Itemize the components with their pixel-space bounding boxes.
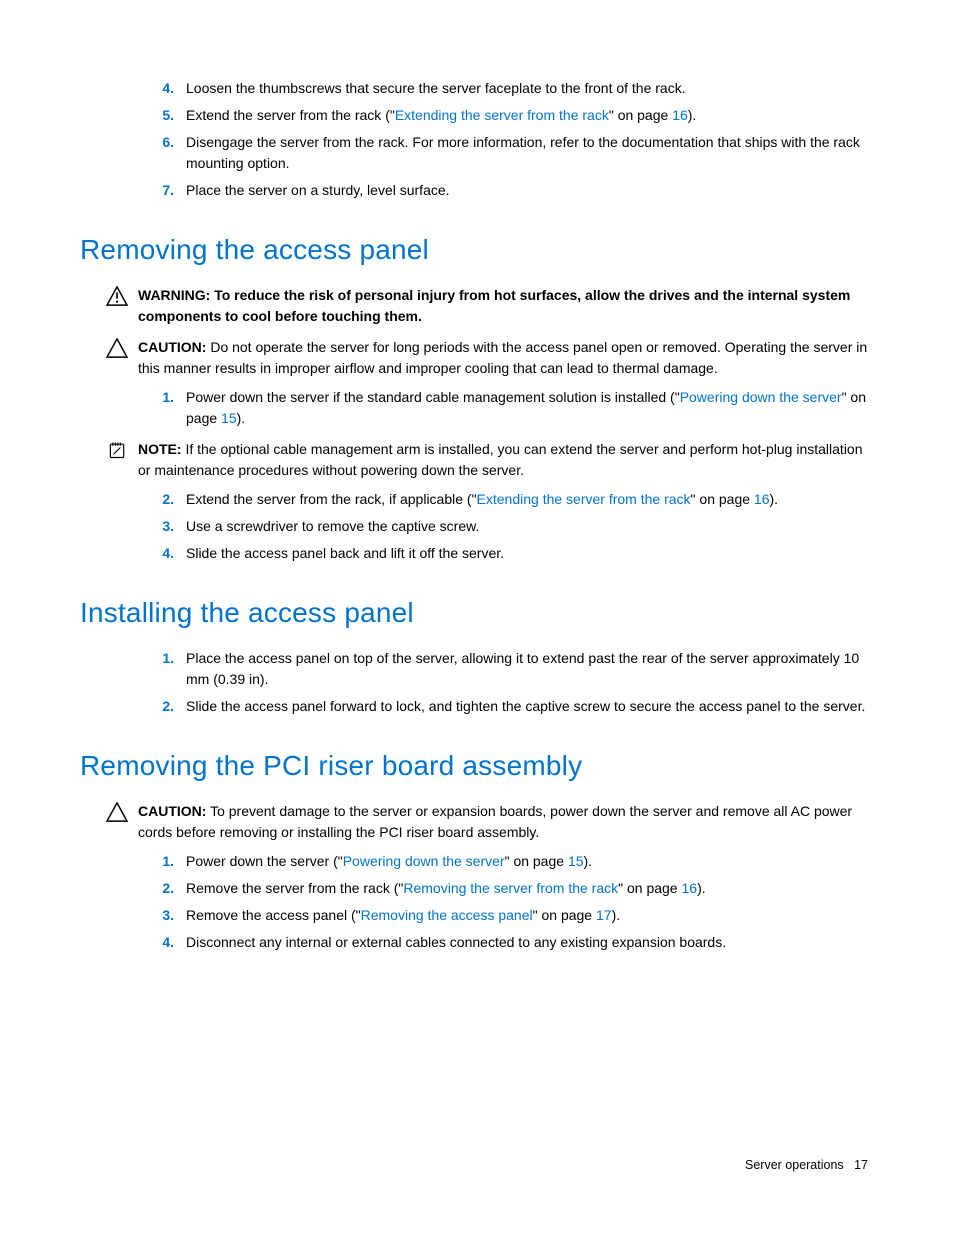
item-number: 3. (150, 516, 174, 537)
page-ref[interactable]: 17 (596, 907, 612, 923)
page-footer: Server operations 17 (745, 1156, 868, 1175)
xref-link[interactable]: Extending the server from the rack (395, 107, 609, 123)
list-item: 3. Use a screwdriver to remove the capti… (186, 516, 874, 537)
caution-triangle-icon (106, 802, 128, 822)
item-text: Remove the server from the rack ("Removi… (186, 880, 706, 896)
list-item: 4. Loosen the thumbscrews that secure th… (186, 78, 874, 99)
caution-label: CAUTION: (138, 803, 206, 819)
xref-link[interactable]: Extending the server from the rack (477, 491, 691, 507)
caution-triangle-icon (106, 338, 128, 358)
item-number: 2. (150, 878, 174, 899)
xref-link[interactable]: Powering down the server (343, 853, 505, 869)
list-item: 4. Slide the access panel back and lift … (186, 543, 874, 564)
page-ref[interactable]: 16 (681, 880, 697, 896)
item-text: Extend the server from the rack ("Extend… (186, 107, 696, 123)
item-number: 4. (150, 932, 174, 953)
item-text: Power down the server if the standard ca… (186, 389, 866, 426)
page-ref[interactable]: 15 (221, 410, 237, 426)
list-item: 2. Slide the access panel forward to loc… (186, 696, 874, 717)
warning-callout: WARNING: To reduce the risk of personal … (106, 285, 874, 327)
item-number: 3. (150, 905, 174, 926)
section3-list: 1. Power down the server ("Powering down… (80, 851, 874, 953)
list-item: 7. Place the server on a sturdy, level s… (186, 180, 874, 201)
caution-label: CAUTION: (138, 339, 206, 355)
warning-label: WARNING: (138, 287, 210, 303)
item-number: 2. (150, 696, 174, 717)
item-number: 5. (150, 105, 174, 126)
heading-removing-pci-riser: Removing the PCI riser board assembly (80, 745, 874, 787)
xref-link[interactable]: Removing the access panel (361, 907, 533, 923)
caution-callout: CAUTION: To prevent damage to the server… (106, 801, 874, 843)
list-item: 1. Power down the server ("Powering down… (186, 851, 874, 872)
section1-list-b: 2. Extend the server from the rack, if a… (80, 489, 874, 564)
list-item: 3. Remove the access panel ("Removing th… (186, 905, 874, 926)
page-content: 4. Loosen the thumbscrews that secure th… (80, 78, 874, 953)
section2-list: 1. Place the access panel on top of the … (80, 648, 874, 717)
heading-removing-access-panel: Removing the access panel (80, 229, 874, 271)
heading-installing-access-panel: Installing the access panel (80, 592, 874, 634)
list-item: 5. Extend the server from the rack ("Ext… (186, 105, 874, 126)
item-text: Disconnect any internal or external cabl… (186, 934, 726, 950)
warning-triangle-bang-icon (106, 286, 128, 306)
page-ref[interactable]: 16 (754, 491, 770, 507)
note-callout: NOTE: If the optional cable management a… (106, 439, 874, 481)
caution-text: CAUTION: To prevent damage to the server… (138, 801, 874, 843)
item-number: 1. (150, 387, 174, 408)
item-number: 6. (150, 132, 174, 153)
item-text: Power down the server ("Powering down th… (186, 853, 592, 869)
note-notepad-icon (106, 440, 128, 460)
list-item: 2. Remove the server from the rack ("Rem… (186, 878, 874, 899)
list-item: 1. Place the access panel on top of the … (186, 648, 874, 690)
item-number: 1. (150, 851, 174, 872)
xref-link[interactable]: Powering down the server (680, 389, 842, 405)
page-ref[interactable]: 15 (568, 853, 584, 869)
item-text: Place the server on a sturdy, level surf… (186, 182, 450, 198)
item-number: 2. (150, 489, 174, 510)
note-label: NOTE: (138, 441, 182, 457)
page-ref[interactable]: 16 (672, 107, 688, 123)
caution-text: CAUTION: Do not operate the server for l… (138, 337, 874, 379)
list-item: 1. Power down the server if the standard… (186, 387, 874, 429)
note-text: NOTE: If the optional cable management a… (138, 439, 874, 481)
item-text: Use a screwdriver to remove the captive … (186, 518, 479, 534)
list-item: 4. Disconnect any internal or external c… (186, 932, 874, 953)
item-text: Remove the access panel ("Removing the a… (186, 907, 620, 923)
item-number: 4. (150, 543, 174, 564)
item-number: 1. (150, 648, 174, 669)
section1-list-a: 1. Power down the server if the standard… (80, 387, 874, 429)
list-item: 2. Extend the server from the rack, if a… (186, 489, 874, 510)
item-number: 4. (150, 78, 174, 99)
xref-link[interactable]: Removing the server from the rack (403, 880, 618, 896)
item-text: Place the access panel on top of the ser… (186, 650, 859, 687)
top-continued-list: 4. Loosen the thumbscrews that secure th… (80, 78, 874, 201)
item-text: Slide the access panel forward to lock, … (186, 698, 865, 714)
item-number: 7. (150, 180, 174, 201)
warning-text: WARNING: To reduce the risk of personal … (138, 285, 874, 327)
item-text: Disengage the server from the rack. For … (186, 134, 860, 171)
item-text: Loosen the thumbscrews that secure the s… (186, 80, 686, 96)
item-text: Slide the access panel back and lift it … (186, 545, 504, 561)
footer-page-number: 17 (854, 1158, 868, 1172)
item-text: Extend the server from the rack, if appl… (186, 491, 778, 507)
list-item: 6. Disengage the server from the rack. F… (186, 132, 874, 174)
caution-callout: CAUTION: Do not operate the server for l… (106, 337, 874, 379)
footer-section: Server operations (745, 1158, 844, 1172)
